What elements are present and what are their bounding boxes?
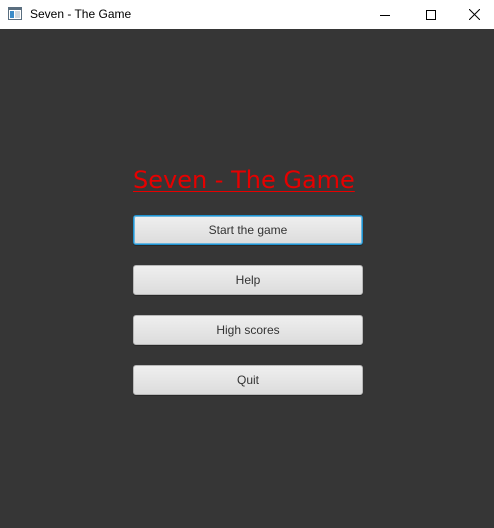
game-title-heading: Seven - The Game — [133, 166, 355, 194]
help-label: Help — [235, 273, 261, 287]
title-bar[interactable]: Seven - The Game — [0, 0, 494, 29]
close-icon — [468, 9, 480, 20]
maximize-icon — [426, 9, 436, 20]
minimize-button[interactable] — [362, 0, 408, 29]
window-app-icon — [8, 7, 22, 20]
high-scores-label: High scores — [216, 323, 280, 337]
high-scores-button[interactable]: High scores — [133, 315, 363, 345]
maximize-button[interactable] — [408, 0, 454, 29]
app-window: Seven - The Game Seven - The Game Start … — [0, 0, 494, 528]
help-button[interactable]: Help — [133, 265, 363, 295]
close-button[interactable] — [454, 0, 494, 29]
minimize-icon — [380, 10, 390, 20]
quit-label: Quit — [236, 373, 259, 387]
window-title: Seven - The Game — [30, 7, 132, 21]
start-game-button[interactable]: Start the game — [133, 215, 363, 245]
start-game-label: Start the game — [208, 223, 288, 237]
quit-button[interactable]: Quit — [133, 365, 363, 395]
